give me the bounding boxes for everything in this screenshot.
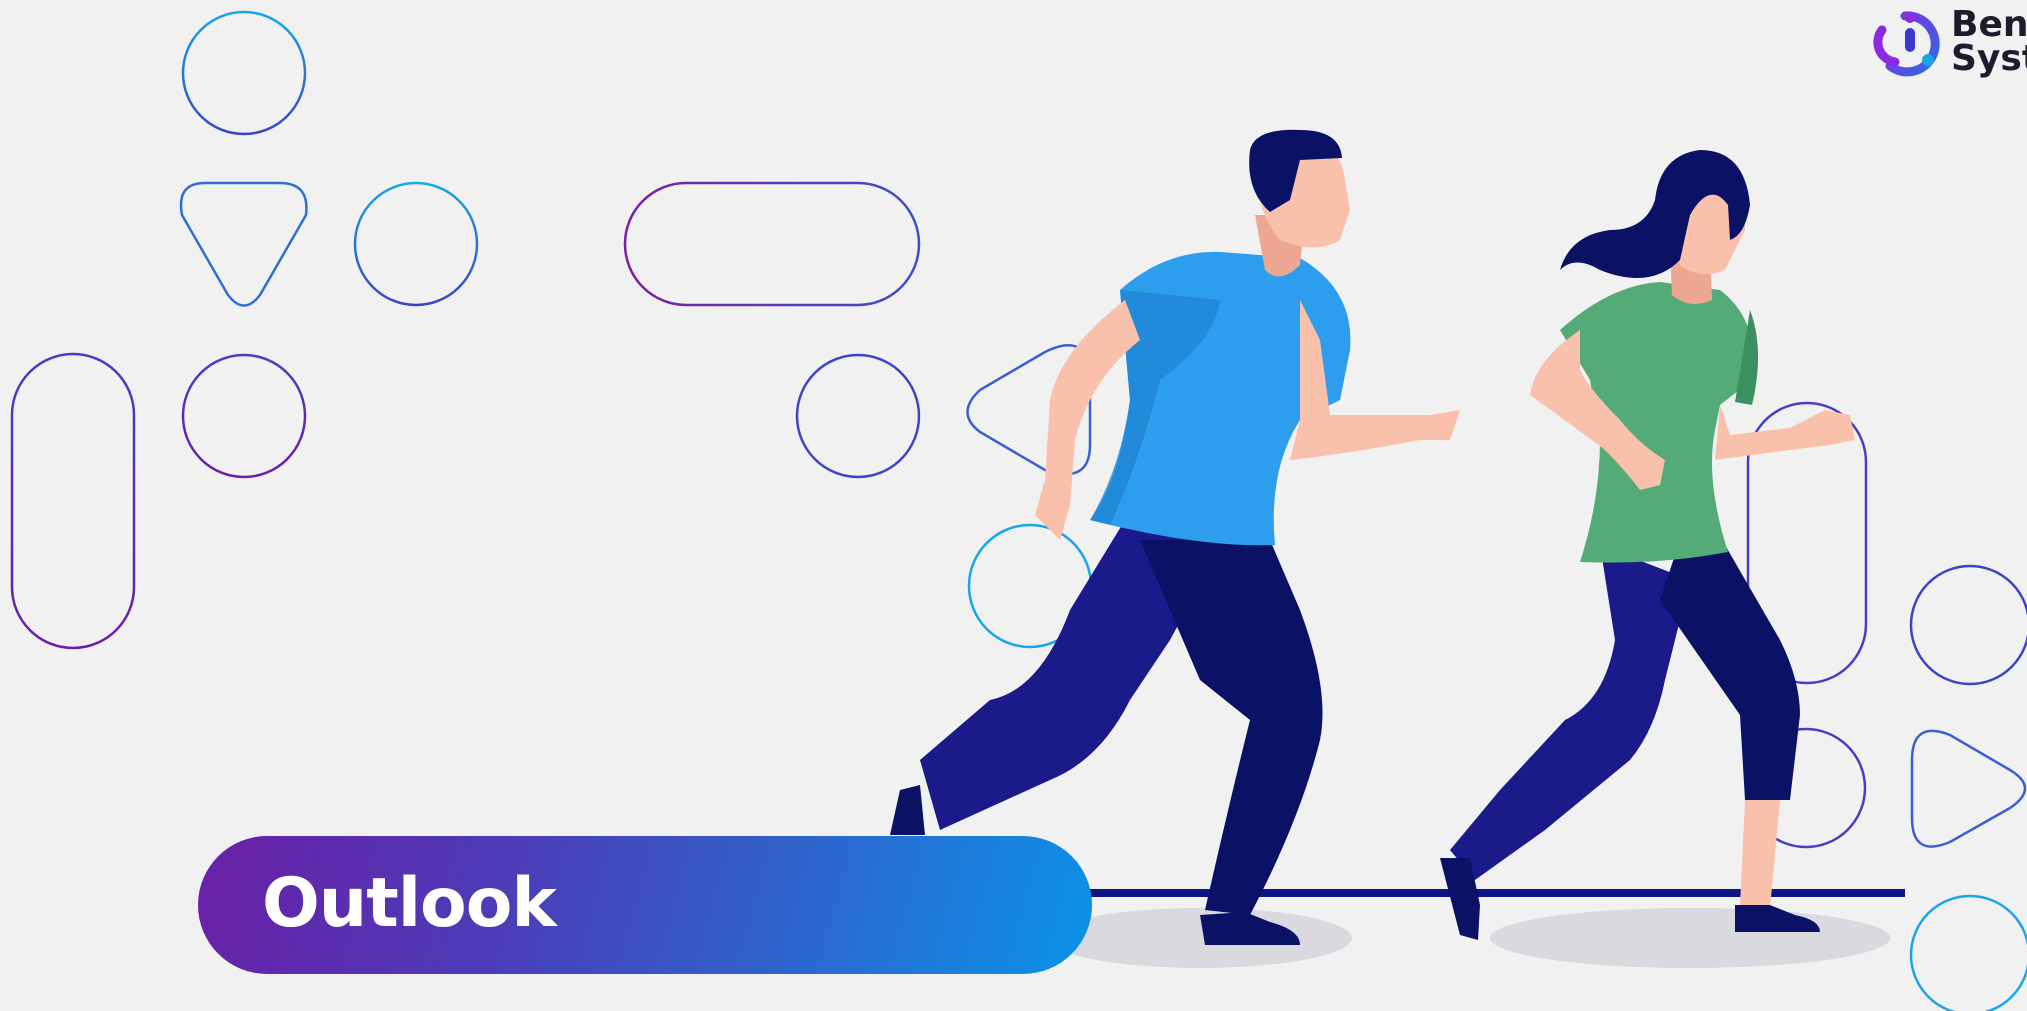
banner-title: Outlook — [262, 864, 557, 943]
running-man-icon — [890, 129, 1460, 945]
outline-circle-shape — [353, 181, 479, 307]
shadow — [1490, 908, 1890, 968]
outline-pill-shape — [623, 181, 921, 307]
shadow — [1048, 908, 1352, 968]
outline-circle-shape — [181, 353, 307, 479]
outline-circle-shape — [795, 353, 921, 479]
title-banner: Outlook — [198, 836, 1092, 974]
outline-triangle-shape — [1910, 729, 2027, 848]
outline-pill-shape — [10, 352, 136, 650]
benefit-systems-logo-icon — [1873, 11, 1940, 77]
brand-name-line2: Syste — [1951, 38, 2027, 79]
brand-wordmark: Bene Syste — [1951, 7, 2027, 79]
outline-circle-shape — [1909, 564, 2027, 686]
outline-circle-shape — [1909, 894, 2027, 1011]
running-woman-icon — [1440, 150, 1855, 940]
hero-banner: Bene Syste Outlook — [0, 0, 2027, 1011]
outline-triangle-shape — [179, 181, 308, 307]
outline-circle-shape — [181, 10, 307, 136]
